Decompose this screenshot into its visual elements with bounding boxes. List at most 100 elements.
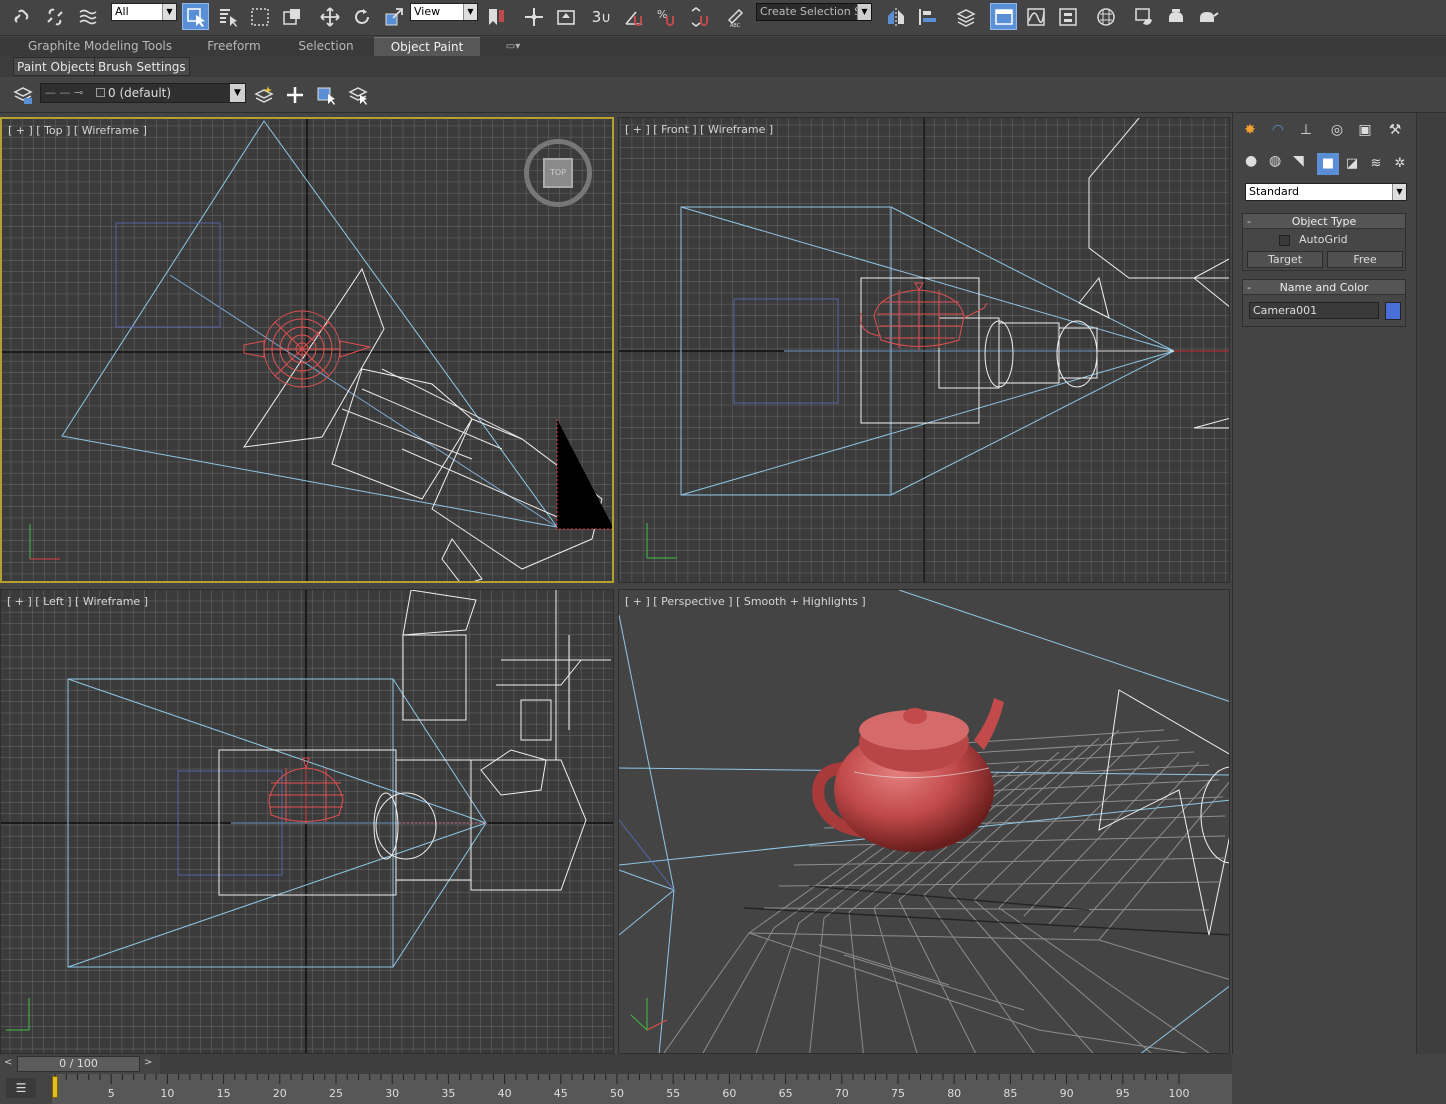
tab-selection[interactable]: Selection xyxy=(290,37,362,56)
keyboard-shortcut-override-icon[interactable] xyxy=(552,3,579,30)
select-and-link-icon[interactable] xyxy=(8,3,35,30)
category-dropdown[interactable]: Standard ▼ xyxy=(1245,183,1407,201)
tab-graphite-modeling-tools[interactable]: Graphite Modeling Tools xyxy=(27,37,173,56)
ruler-tick-label: 75 xyxy=(891,1087,905,1100)
object-type-header[interactable]: - Object Type xyxy=(1243,214,1405,229)
ruler-tick-label: 60 xyxy=(722,1087,737,1100)
render-production-icon[interactable] xyxy=(1194,3,1221,30)
tab-freeform[interactable]: Freeform xyxy=(196,37,272,56)
autogrid-checkbox[interactable] xyxy=(1279,235,1290,246)
manage-layers-icon[interactable] xyxy=(952,3,979,30)
schematic-view-icon[interactable] xyxy=(1054,3,1081,30)
select-and-move-icon[interactable] xyxy=(316,3,343,30)
ribbon-panel-tabs: Paint Objects Brush Settings xyxy=(0,56,1446,77)
select-objects-in-layer-icon[interactable] xyxy=(312,81,339,108)
time-slider-right-arrow-icon[interactable]: > xyxy=(144,1057,152,1068)
modify-tab-icon[interactable]: ◠ xyxy=(1266,119,1290,141)
viewport-perspective[interactable]: [ + ] [ Perspective ] [ Smooth + Highlig… xyxy=(618,589,1230,1054)
viewport-front[interactable]: [ + ] [ Front ] [ Wireframe ] xyxy=(618,117,1230,583)
rendered-frame-window-icon[interactable] xyxy=(1162,3,1189,30)
percent-snap-toggle-icon[interactable]: % xyxy=(652,3,679,30)
svg-text:%: % xyxy=(657,8,667,21)
add-selection-to-layer-icon[interactable] xyxy=(281,81,308,108)
material-editor-icon[interactable] xyxy=(1092,3,1119,30)
ruler-tick-label: 90 xyxy=(1059,1087,1074,1100)
autogrid-label: AutoGrid xyxy=(1299,233,1348,246)
curve-editor-icon[interactable] xyxy=(1022,3,1049,30)
display-tab-icon[interactable]: ▣ xyxy=(1353,119,1377,141)
utilities-tab-icon[interactable]: ⚒ xyxy=(1383,119,1407,141)
use-pivot-point-center-icon[interactable] xyxy=(482,3,509,30)
reference-coordinate-dropdown[interactable]: View ▼ xyxy=(410,3,478,21)
set-current-layer-icon[interactable] xyxy=(344,81,371,108)
systems-icon[interactable]: ✲ xyxy=(1389,153,1411,175)
ruler-tick-label: 95 xyxy=(1115,1087,1130,1100)
ruler-tick-label: 5 xyxy=(107,1087,115,1100)
viewport-perspective-label[interactable]: [ + ] [ Perspective ] [ Smooth + Highlig… xyxy=(625,595,866,608)
spinner-snap-toggle-icon[interactable] xyxy=(686,3,713,30)
left-scene xyxy=(1,590,613,1053)
name-and-color-header[interactable]: - Name and Color xyxy=(1243,280,1405,295)
viewport-front-label[interactable]: [ + ] [ Front ] [ Wireframe ] xyxy=(625,123,773,136)
paint-objects-tab[interactable]: Paint Objects xyxy=(13,57,100,76)
edit-named-selection-sets-icon[interactable]: ABC xyxy=(722,3,749,30)
select-and-manipulate-icon[interactable] xyxy=(520,3,547,30)
time-slider-left-arrow-icon[interactable]: < xyxy=(4,1057,12,1068)
hierarchy-tab-icon[interactable]: ⊥ xyxy=(1294,119,1318,141)
target-camera-button[interactable]: Target xyxy=(1247,251,1323,268)
select-and-rotate-icon[interactable] xyxy=(348,3,375,30)
svg-text:ABC: ABC xyxy=(730,23,741,28)
create-new-layer-icon[interactable] xyxy=(250,81,277,108)
select-by-name-icon[interactable] xyxy=(214,3,241,30)
select-and-scale-icon[interactable] xyxy=(380,3,407,30)
mirror-icon[interactable] xyxy=(882,3,909,30)
mini-curve-editor-icon[interactable]: ☰ xyxy=(6,1078,36,1098)
free-camera-button[interactable]: Free xyxy=(1327,251,1403,268)
align-icon[interactable] xyxy=(914,3,941,30)
select-object-icon[interactable] xyxy=(182,3,209,30)
viewcube-icon[interactable]: TOP xyxy=(524,139,592,207)
viewport-top-label[interactable]: [ + ] [ Top ] [ Wireframe ] xyxy=(8,124,147,137)
rectangular-selection-region-icon[interactable] xyxy=(246,3,273,30)
motion-tab-icon[interactable]: ◎ xyxy=(1325,119,1349,141)
time-slider-track[interactable] xyxy=(160,1054,1232,1074)
snaps-toggle-icon[interactable]: 3 xyxy=(590,3,617,30)
object-color-swatch[interactable] xyxy=(1385,302,1401,320)
angle-snap-toggle-icon[interactable] xyxy=(620,3,647,30)
name-and-color-rollout: - Name and Color xyxy=(1242,279,1406,327)
ruler-tick-label: 20 xyxy=(272,1087,287,1100)
viewport-left[interactable]: [ + ] [ Left ] [ Wireframe ] xyxy=(0,589,614,1054)
selection-filter-dropdown[interactable]: All ▼ xyxy=(111,3,177,21)
viewcube-face[interactable]: TOP xyxy=(543,158,573,188)
layer-manager-icon[interactable] xyxy=(9,81,36,108)
named-selection-sets-dropdown[interactable]: Create Selection Se ▼ xyxy=(756,3,872,21)
ruler-tick-label: 50 xyxy=(610,1087,624,1100)
brush-settings-tab[interactable]: Brush Settings xyxy=(94,57,190,76)
ribbon-options-icon[interactable]: ▭▾ xyxy=(498,37,528,56)
helpers-icon[interactable]: ◪ xyxy=(1341,153,1363,175)
unlink-selection-icon[interactable] xyxy=(41,3,68,30)
time-marker[interactable] xyxy=(52,1076,58,1098)
toggle-ribbon-icon[interactable] xyxy=(990,3,1017,30)
object-name-input[interactable] xyxy=(1249,302,1379,319)
bind-to-space-warp-icon[interactable] xyxy=(74,3,101,30)
create-tab-icon[interactable]: ✸ xyxy=(1238,119,1262,141)
layer-dropdown-arrow-icon[interactable]: ▼ xyxy=(230,84,245,102)
time-slider-bar: < 0 / 100 > xyxy=(0,1054,1446,1074)
command-panel-scrollbar[interactable] xyxy=(1416,113,1446,1081)
time-slider-thumb[interactable]: 0 / 100 xyxy=(17,1056,140,1072)
layer-visibility-icon[interactable]: — — ⊸ xyxy=(45,86,83,99)
viewport-top[interactable]: [ + ] [ Top ] [ Wireframe ] TOP xyxy=(0,117,614,583)
layer-dropdown[interactable]: — — ⊸ 0 (default) ▼ xyxy=(40,83,246,103)
geometry-icon[interactable]: ● xyxy=(1245,153,1267,175)
render-setup-icon[interactable] xyxy=(1130,3,1157,30)
trackbar-ruler[interactable]: 5 10 15 20 25 30 35 40 45 50 55 60 65 70 75 80 85 90 95 100 xyxy=(52,1074,1232,1104)
ruler-tick-label: 80 xyxy=(947,1087,962,1100)
lights-icon[interactable]: ◥ xyxy=(1293,153,1315,175)
tab-object-paint[interactable]: Object Paint xyxy=(374,37,480,56)
viewport-left-label[interactable]: [ + ] [ Left ] [ Wireframe ] xyxy=(7,595,148,608)
space-warps-icon[interactable]: ≋ xyxy=(1365,153,1387,175)
window-crossing-icon[interactable] xyxy=(278,3,305,30)
cameras-icon[interactable]: ■ xyxy=(1317,153,1339,175)
shapes-icon[interactable]: ◍ xyxy=(1269,153,1291,175)
